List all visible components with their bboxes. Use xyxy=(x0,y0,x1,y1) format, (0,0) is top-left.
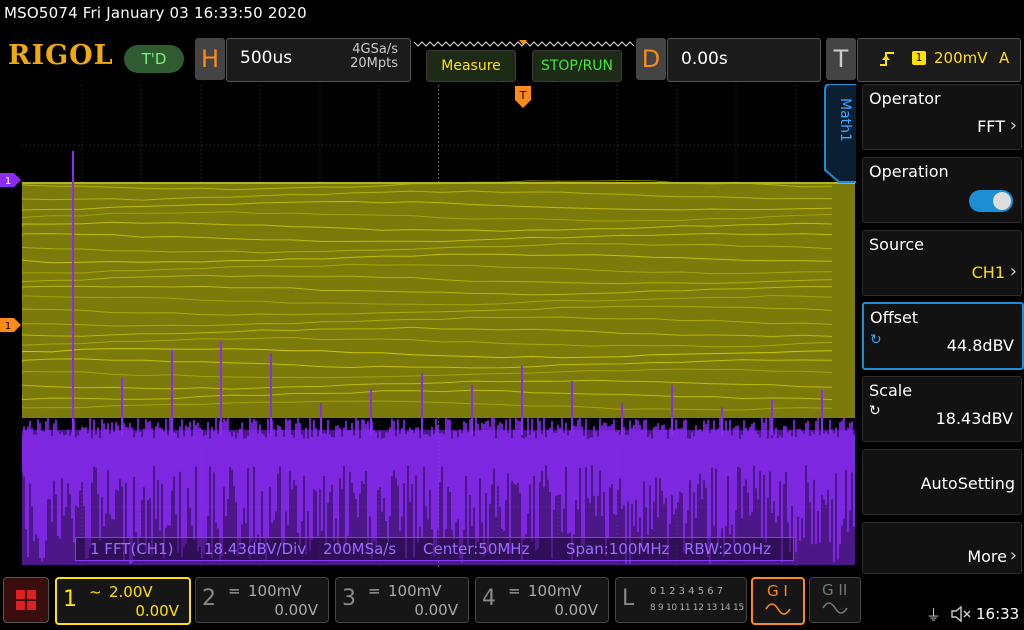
source-value: CH1 xyxy=(971,263,1005,282)
fft-rbw: RBW:200Hz xyxy=(684,540,771,558)
trigger-position-label: T xyxy=(519,89,527,102)
math-offset-marker[interactable]: 1 xyxy=(0,173,22,187)
generator-2-button[interactable]: G II xyxy=(809,577,861,623)
timebase-value: 500us xyxy=(240,48,293,68)
math1-tab-label: Math1 xyxy=(837,98,853,142)
channel-4-scale: 100mV xyxy=(528,582,582,600)
sine-wave-icon xyxy=(765,603,791,615)
operation-toggle[interactable] xyxy=(969,190,1013,212)
channel-3-number: 3 xyxy=(342,586,356,611)
menu-scale[interactable]: Scale ↻ 18.43dBV xyxy=(862,376,1022,442)
logic-channels-row2: 8 9 10 11 12 13 14 15 xyxy=(650,603,744,613)
dc-coupling-icon: = xyxy=(508,582,521,600)
grid-menu-icon xyxy=(16,590,36,610)
fft-label: 1 FFT(CH1) xyxy=(90,540,174,558)
scale-value: 18.43dBV xyxy=(935,409,1013,428)
trigger-letter[interactable]: T xyxy=(826,38,856,80)
channel-3-box[interactable]: 3 = 100mV 0.00V xyxy=(335,577,469,623)
knob-icon: ↻ xyxy=(869,403,881,419)
dc-coupling-icon: = xyxy=(368,582,381,600)
operator-label: Operator xyxy=(869,89,941,108)
horizontal-letter[interactable]: H xyxy=(195,38,225,80)
offset-value: 44.8dBV xyxy=(946,336,1014,355)
math1-menu-tab[interactable]: Math1 xyxy=(823,84,857,184)
sine-wave-icon xyxy=(822,602,848,614)
menu-autosetting[interactable]: AutoSetting xyxy=(862,449,1022,515)
channel-2-offset: 0.00V xyxy=(274,601,318,619)
toggle-knob xyxy=(993,192,1011,210)
menu-offset[interactable]: Offset ↻ 44.8dBV xyxy=(862,302,1024,370)
fft-scale: 18.43dBV/Div xyxy=(204,540,307,558)
logic-letter: L xyxy=(622,586,635,611)
sample-rate-value: 4GSa/s xyxy=(352,42,398,57)
offset-label: Offset xyxy=(870,308,919,327)
chevron-right-icon: › xyxy=(1009,261,1017,282)
more-label: More xyxy=(967,547,1007,566)
title-line: MSO5074 Fri January 03 16:33:50 2020 xyxy=(4,4,307,22)
ch1-trace xyxy=(22,179,855,418)
channel-2-number: 2 xyxy=(202,586,216,611)
logic-channels-row1: 0 1 2 3 4 5 6 7 xyxy=(650,586,724,597)
waveform-display[interactable] xyxy=(22,85,855,567)
channel-1-offset: 0.00V xyxy=(135,602,179,620)
channel-3-offset: 0.00V xyxy=(414,601,458,619)
channel-2-scale: 100mV xyxy=(248,582,302,600)
channel-2-box[interactable]: 2 = 100mV 0.00V xyxy=(195,577,329,623)
operation-label: Operation xyxy=(869,162,949,181)
delay-letter[interactable]: D xyxy=(636,38,666,80)
trigger-level: 200mV xyxy=(934,49,988,67)
ch1-offset-label: 1 xyxy=(5,321,11,332)
generator-1-button[interactable]: G I xyxy=(751,577,805,625)
knob-icon: ↻ xyxy=(870,332,882,348)
speaker-muted-icon[interactable] xyxy=(950,605,972,623)
channel-1-scale: 2.00V xyxy=(109,583,153,601)
delay-value: 0.00s xyxy=(681,49,728,69)
generator-2-label: G II xyxy=(822,581,848,599)
menu-more[interactable]: More › xyxy=(862,522,1022,574)
channel-3-scale: 100mV xyxy=(388,582,442,600)
fft-center: Center:50MHz xyxy=(423,540,530,558)
logic-analyzer-box[interactable]: L 0 1 2 3 4 5 6 7 8 9 10 11 12 13 14 15 xyxy=(615,577,747,623)
channel-1-box[interactable]: 1 ~ 2.00V 0.00V xyxy=(55,577,191,625)
trigger-channel-badge: 1 xyxy=(912,51,926,65)
fft-info-bar: 1 FFT(CH1) 18.43dBV/Div 200MSa/s Center:… xyxy=(75,537,794,561)
td-badge: T'D xyxy=(124,45,184,73)
math-offset-label: 1 xyxy=(5,176,11,187)
generator-1-label: G I xyxy=(767,582,788,600)
menu-operator[interactable]: Operator FFT › xyxy=(862,84,1022,150)
channel-4-offset: 0.00V xyxy=(554,601,598,619)
scale-label: Scale xyxy=(869,381,913,400)
autosetting-label: AutoSetting xyxy=(920,474,1015,493)
trigger-position-marker[interactable]: T xyxy=(515,86,531,110)
rigol-logo: RIGOL xyxy=(8,40,114,71)
ac-coupling-icon: ~ xyxy=(89,583,102,601)
trigger-mode: A xyxy=(999,49,1010,67)
measure-button[interactable]: Measure xyxy=(426,50,516,82)
clock: 16:33 xyxy=(976,605,1020,623)
menu-source[interactable]: Source CH1 › xyxy=(862,230,1022,296)
menu-operation[interactable]: Operation xyxy=(862,157,1022,223)
sample-rate: 4GSa/s 20Mpts xyxy=(330,43,398,71)
chevron-right-icon: › xyxy=(1009,115,1017,136)
main-menu-button[interactable] xyxy=(3,577,49,623)
memory-position-bar xyxy=(413,40,635,47)
channel-4-number: 4 xyxy=(482,586,496,611)
usb-icon: ⏚ xyxy=(926,606,942,624)
rising-edge-icon xyxy=(880,52,894,66)
memory-depth-value: 20Mpts xyxy=(350,56,398,71)
stop-run-button[interactable]: STOP/RUN xyxy=(532,50,622,82)
source-label: Source xyxy=(869,235,924,254)
operator-value: FFT xyxy=(977,117,1005,136)
channel-1-number: 1 xyxy=(63,587,77,612)
fft-rate: 200MSa/s xyxy=(323,540,397,558)
chevron-right-icon: › xyxy=(1009,545,1017,566)
dc-coupling-icon: = xyxy=(228,582,241,600)
channel-4-box[interactable]: 4 = 100mV 0.00V xyxy=(475,577,609,623)
ch1-offset-marker[interactable]: 1 xyxy=(0,318,22,332)
fft-span: Span:100MHz xyxy=(566,540,670,558)
